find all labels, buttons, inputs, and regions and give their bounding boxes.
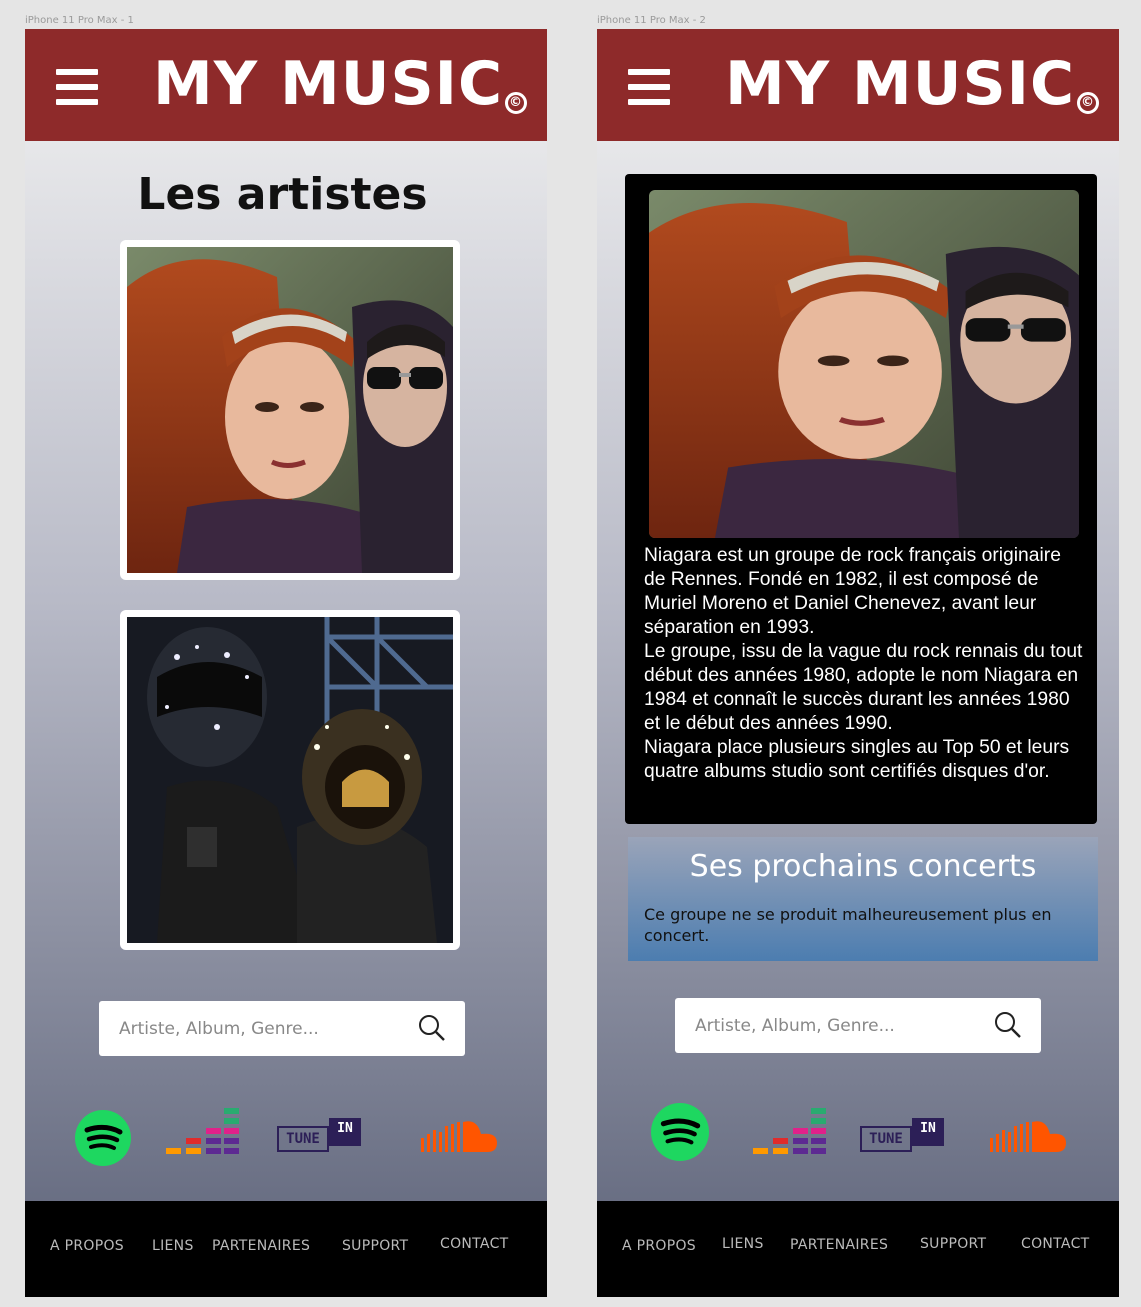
search-input[interactable] <box>695 998 985 1053</box>
screen-artist-detail: MY MUSIC © Niagara est un groupe de rock… <box>597 29 1119 1297</box>
tunein-right-text: IN <box>329 1118 361 1146</box>
deezer-icon[interactable] <box>753 1106 827 1156</box>
footer-link-partenaires[interactable]: PARTENAIRES <box>212 1238 310 1254</box>
bio-paragraph: Niagara place plusieurs singles au Top 5… <box>644 737 1070 782</box>
artist-info-box: Niagara est un groupe de rock français o… <box>625 174 1097 824</box>
tunein-icon[interactable]: TUNE IN <box>277 1118 361 1154</box>
footer-nav: A PROPOS LIENS PARTENAIRES SUPPORT CONTA… <box>25 1201 547 1297</box>
search-icon[interactable] <box>993 1010 1023 1040</box>
brand-logo[interactable]: MY MUSIC © <box>153 49 528 119</box>
soundcloud-icon[interactable] <box>421 1120 497 1154</box>
tunein-icon[interactable]: TUNE IN <box>860 1118 944 1154</box>
concerts-text: Ce groupe ne se produit malheureusement … <box>644 905 1052 945</box>
search-icon[interactable] <box>417 1013 447 1043</box>
page-title: Les artistes <box>137 169 428 220</box>
artist-bio: Niagara est un groupe de rock français o… <box>644 544 1084 784</box>
screen-artists: MY MUSIC © Les artistes Artiste, Album, … <box>25 29 547 1297</box>
brand-text: MY MUSIC <box>725 49 1076 119</box>
menu-icon[interactable] <box>56 69 98 105</box>
tunein-left-text: TUNE <box>277 1126 329 1152</box>
deezer-icon[interactable] <box>166 1106 240 1156</box>
artist-photo-niagara <box>649 190 1079 538</box>
search-bar[interactable] <box>99 1001 465 1056</box>
footer-nav: A PROPOS LIENS PARTENAIRES SUPPORT CONTA… <box>597 1201 1119 1297</box>
copyright-mark: © <box>1077 92 1100 114</box>
spotify-icon[interactable] <box>75 1110 131 1166</box>
concerts-section: Ses prochains concerts Ce groupe ne se p… <box>628 837 1098 961</box>
footer-link-support[interactable]: SUPPORT <box>342 1238 408 1254</box>
artist-photo-daftpunk <box>127 617 453 943</box>
artist-card-daftpunk[interactable] <box>120 610 460 950</box>
bio-paragraph: Le groupe, issu de la vague du rock renn… <box>644 641 1083 734</box>
app-header: MY MUSIC © <box>25 29 547 141</box>
footer-link-liens[interactable]: LIENS <box>152 1238 194 1254</box>
frame-label-1: iPhone 11 Pro Max - 1 <box>25 15 134 26</box>
footer-link-a-propos[interactable]: A PROPOS <box>50 1238 124 1254</box>
brand-text: MY MUSIC <box>153 49 504 119</box>
artist-card-niagara[interactable] <box>120 240 460 580</box>
search-input[interactable] <box>119 1001 409 1056</box>
search-bar[interactable] <box>675 998 1041 1053</box>
menu-icon[interactable] <box>628 69 670 105</box>
footer-link-liens[interactable]: LIENS <box>722 1236 764 1252</box>
tunein-left-text: TUNE <box>860 1126 912 1152</box>
brand-logo[interactable]: MY MUSIC © <box>725 49 1100 119</box>
frame-label-2: iPhone 11 Pro Max - 2 <box>597 15 706 26</box>
footer-link-partenaires[interactable]: PARTENAIRES <box>790 1237 888 1253</box>
artist-photo-niagara <box>127 247 453 573</box>
app-header: MY MUSIC © <box>597 29 1119 141</box>
soundcloud-icon[interactable] <box>990 1120 1066 1154</box>
footer-link-contact[interactable]: CONTACT <box>440 1236 509 1252</box>
copyright-mark: © <box>505 92 528 114</box>
concerts-title: Ses prochains concerts <box>689 849 1037 884</box>
footer-link-support[interactable]: SUPPORT <box>920 1236 986 1252</box>
bio-paragraph: Niagara est un groupe de rock français o… <box>644 545 1061 638</box>
footer-link-a-propos[interactable]: A PROPOS <box>622 1238 696 1254</box>
footer-link-contact[interactable]: CONTACT <box>1021 1236 1090 1252</box>
tunein-right-text: IN <box>912 1118 944 1146</box>
spotify-icon[interactable] <box>651 1103 709 1161</box>
